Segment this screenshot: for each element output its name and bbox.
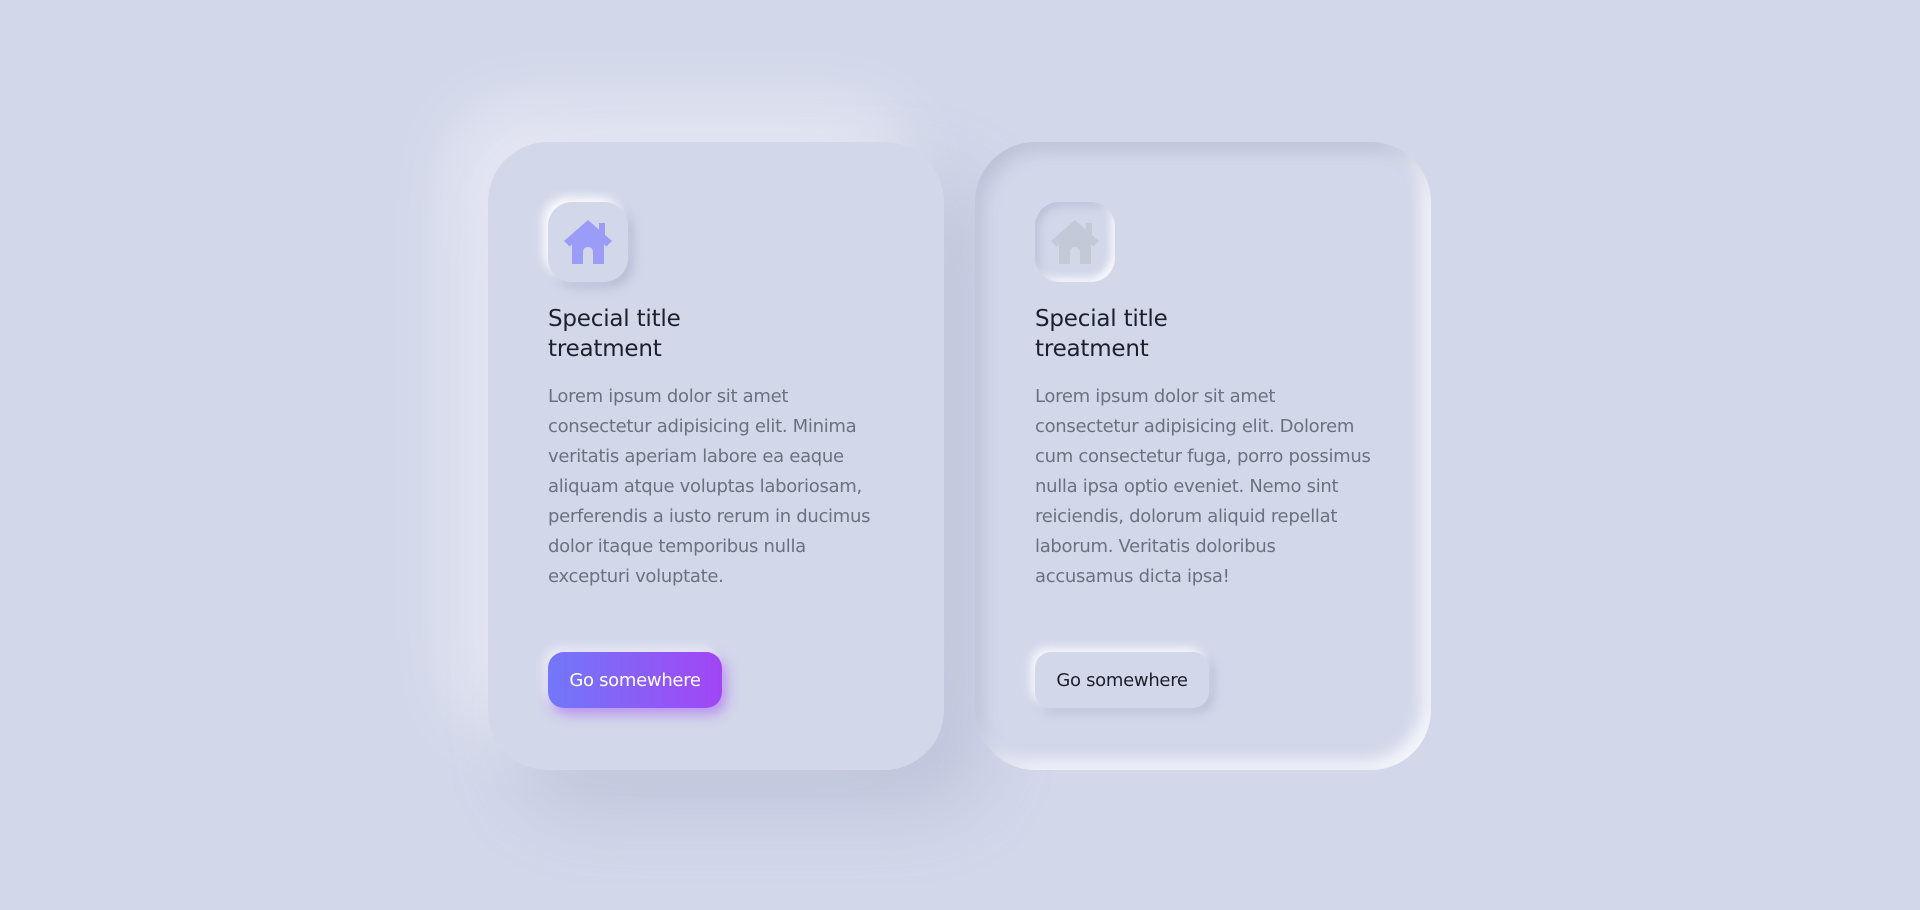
card-raised: Special title treatment Lorem ipsum dolor… [488, 142, 944, 770]
card-inset: Special title treatment Lorem ipsum dolor… [975, 142, 1431, 770]
card-icon-container [548, 202, 628, 282]
card-title-line: Special title [548, 306, 681, 332]
card-body-text: Lorem ipsum dolor sit amet consectetur a… [1035, 386, 1371, 587]
card-title: Special title treatment [1035, 304, 1225, 364]
card-title: Special title treatment [548, 304, 738, 364]
card-title-line: treatment [548, 336, 662, 362]
go-somewhere-button[interactable]: Go somewhere [548, 652, 722, 708]
go-somewhere-button[interactable]: Go somewhere [1035, 652, 1209, 708]
card-body-text: Lorem ipsum dolor sit amet consectetur a… [548, 386, 871, 587]
home-icon [1051, 220, 1099, 264]
card-title-line: treatment [1035, 336, 1149, 362]
home-icon [564, 220, 612, 264]
card-icon-container [1035, 202, 1115, 282]
card-title-line: Special title [1035, 306, 1168, 332]
